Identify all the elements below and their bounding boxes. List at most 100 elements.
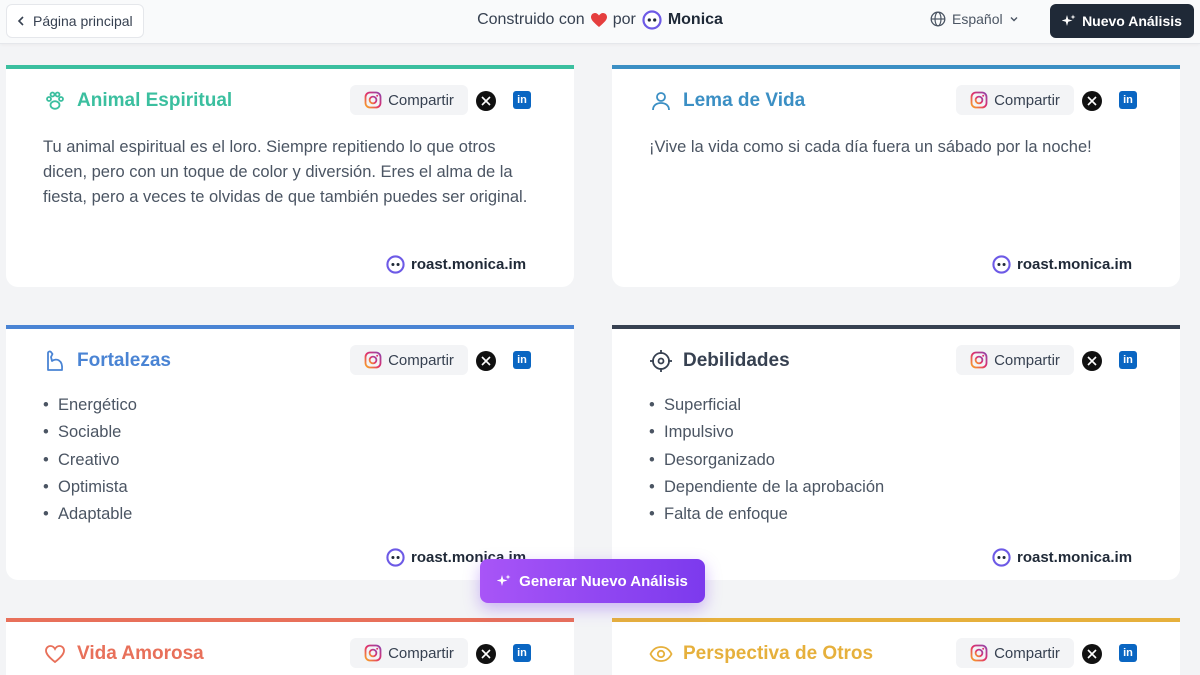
share-label: Compartir	[994, 91, 1060, 109]
heart-icon	[590, 12, 607, 27]
watermark: roast.monica.im	[992, 548, 1132, 567]
flexed-arm-icon	[47, 350, 64, 371]
instagram-icon	[970, 91, 988, 109]
list-item: Adaptable	[43, 501, 137, 528]
globe-icon	[930, 11, 946, 27]
back-button-label: Página principal	[33, 13, 133, 29]
linkedin-icon: in	[517, 647, 527, 659]
x-share-button[interactable]	[476, 351, 496, 371]
list-item: Creativo	[43, 447, 137, 474]
instagram-icon	[364, 351, 382, 369]
instagram-icon	[364, 644, 382, 662]
x-share-button[interactable]	[476, 91, 496, 111]
card-title-text: Vida Amorosa	[77, 643, 204, 664]
list-item: Falta de enfoque	[649, 501, 884, 528]
instagram-icon	[970, 351, 988, 369]
list-item: Superficial	[649, 392, 884, 419]
card-accent-bar	[612, 325, 1180, 329]
card-text: Tu animal espiritual es el loro. Siempre…	[43, 138, 528, 206]
list-item: Impulsivo	[649, 419, 884, 446]
linkedin-share-button[interactable]: in	[1119, 351, 1137, 369]
card-accent-bar	[612, 618, 1180, 622]
instagram-share-button[interactable]: Compartir	[956, 345, 1074, 375]
card-title-text: Perspectiva de Otros	[683, 643, 874, 664]
chevron-left-icon	[17, 16, 24, 26]
card-title: Lema de Vida	[649, 89, 805, 113]
monica-logo-icon	[386, 548, 405, 567]
generate-new-analysis-button[interactable]: Generar Nuevo Análisis	[480, 559, 705, 603]
chevron-down-icon	[1010, 17, 1018, 22]
list-item: Dependiente de la aprobación	[649, 474, 884, 501]
linkedin-share-button[interactable]: in	[513, 644, 531, 662]
card-title-text: Fortalezas	[77, 350, 171, 371]
linkedin-icon: in	[1123, 354, 1133, 366]
card-strengths: Fortalezas Compartir in Energético Socia…	[6, 325, 574, 580]
linkedin-share-button[interactable]: in	[1119, 644, 1137, 662]
list-item: Optimista	[43, 474, 137, 501]
x-share-button[interactable]	[1082, 351, 1102, 371]
list-item: Desorganizado	[649, 447, 884, 474]
card-life-motto: Lema de Vida Compartir in ¡Vive la vida …	[612, 65, 1180, 287]
instagram-share-button[interactable]: Compartir	[956, 85, 1074, 115]
by-text: por	[612, 11, 636, 28]
card-title: Vida Amorosa	[43, 642, 204, 666]
sparkles-icon	[1062, 14, 1076, 26]
linkedin-icon: in	[517, 354, 527, 366]
card-spirit-animal: Animal Espiritual Compartir in Tu animal…	[6, 65, 574, 287]
x-share-button[interactable]	[476, 644, 496, 664]
share-label: Compartir	[994, 351, 1060, 369]
back-to-home-button[interactable]: Página principal	[6, 4, 144, 38]
strengths-list: Energético Sociable Creativo Optimista A…	[43, 392, 137, 528]
watermark-text: roast.monica.im	[1017, 256, 1133, 273]
instagram-share-button[interactable]: Compartir	[350, 638, 468, 668]
watermark-text: roast.monica.im	[1017, 549, 1133, 566]
generate-button-label: Generar Nuevo Análisis	[519, 572, 688, 590]
crosshair-icon	[650, 350, 672, 372]
new-analysis-label: Nuevo Análisis	[1082, 13, 1182, 29]
language-label: Español	[952, 11, 1003, 27]
built-with-credit: Construido con por Monica	[440, 10, 760, 30]
linkedin-share-button[interactable]: in	[513, 351, 531, 369]
weaknesses-list: Superficial Impulsivo Desorganizado Depe…	[649, 392, 884, 528]
card-title: Perspectiva de Otros	[649, 642, 873, 666]
list-item: Energético	[43, 392, 137, 419]
card-accent-bar	[6, 325, 574, 329]
card-title-text: Lema de Vida	[683, 90, 806, 111]
linkedin-share-button[interactable]: in	[513, 91, 531, 109]
user-icon	[652, 92, 670, 111]
language-selector[interactable]: Español	[930, 11, 1019, 27]
x-share-button[interactable]	[1082, 91, 1102, 111]
card-title: Fortalezas	[43, 349, 171, 373]
instagram-share-button[interactable]: Compartir	[956, 638, 1074, 668]
instagram-share-button[interactable]: Compartir	[350, 85, 468, 115]
linkedin-icon: in	[517, 94, 527, 106]
built-with-text: Construido con	[477, 11, 585, 28]
share-label: Compartir	[994, 644, 1060, 662]
share-label: Compartir	[388, 91, 454, 109]
monica-logo-icon	[642, 10, 662, 30]
card-weaknesses: Debilidades Compartir in Superficial Imp…	[612, 325, 1180, 580]
new-analysis-button[interactable]: Nuevo Análisis	[1050, 4, 1194, 38]
x-share-button[interactable]	[1082, 644, 1102, 664]
instagram-icon	[970, 644, 988, 662]
instagram-share-button[interactable]: Compartir	[350, 345, 468, 375]
card-accent-bar	[6, 618, 574, 622]
linkedin-icon: in	[1123, 94, 1133, 106]
instagram-icon	[364, 91, 382, 109]
card-title: Animal Espiritual	[43, 89, 232, 113]
brand-name: Monica	[667, 11, 723, 28]
paw-icon	[46, 91, 64, 110]
card-title-text: Animal Espiritual	[77, 90, 233, 111]
card-title: Debilidades	[649, 349, 790, 373]
monica-logo-icon	[992, 548, 1011, 567]
monica-logo-icon	[386, 255, 405, 274]
sparkles-icon	[497, 574, 511, 586]
card-accent-bar	[612, 65, 1180, 69]
x-logo-icon	[1087, 649, 1097, 659]
card-love-life: Vida Amorosa Compartir in	[6, 618, 574, 675]
share-label: Compartir	[388, 351, 454, 369]
list-item: Sociable	[43, 419, 137, 446]
heart-icon	[45, 645, 65, 664]
top-bar: Página principal Construido con por Moni…	[0, 0, 1200, 44]
linkedin-share-button[interactable]: in	[1119, 91, 1137, 109]
